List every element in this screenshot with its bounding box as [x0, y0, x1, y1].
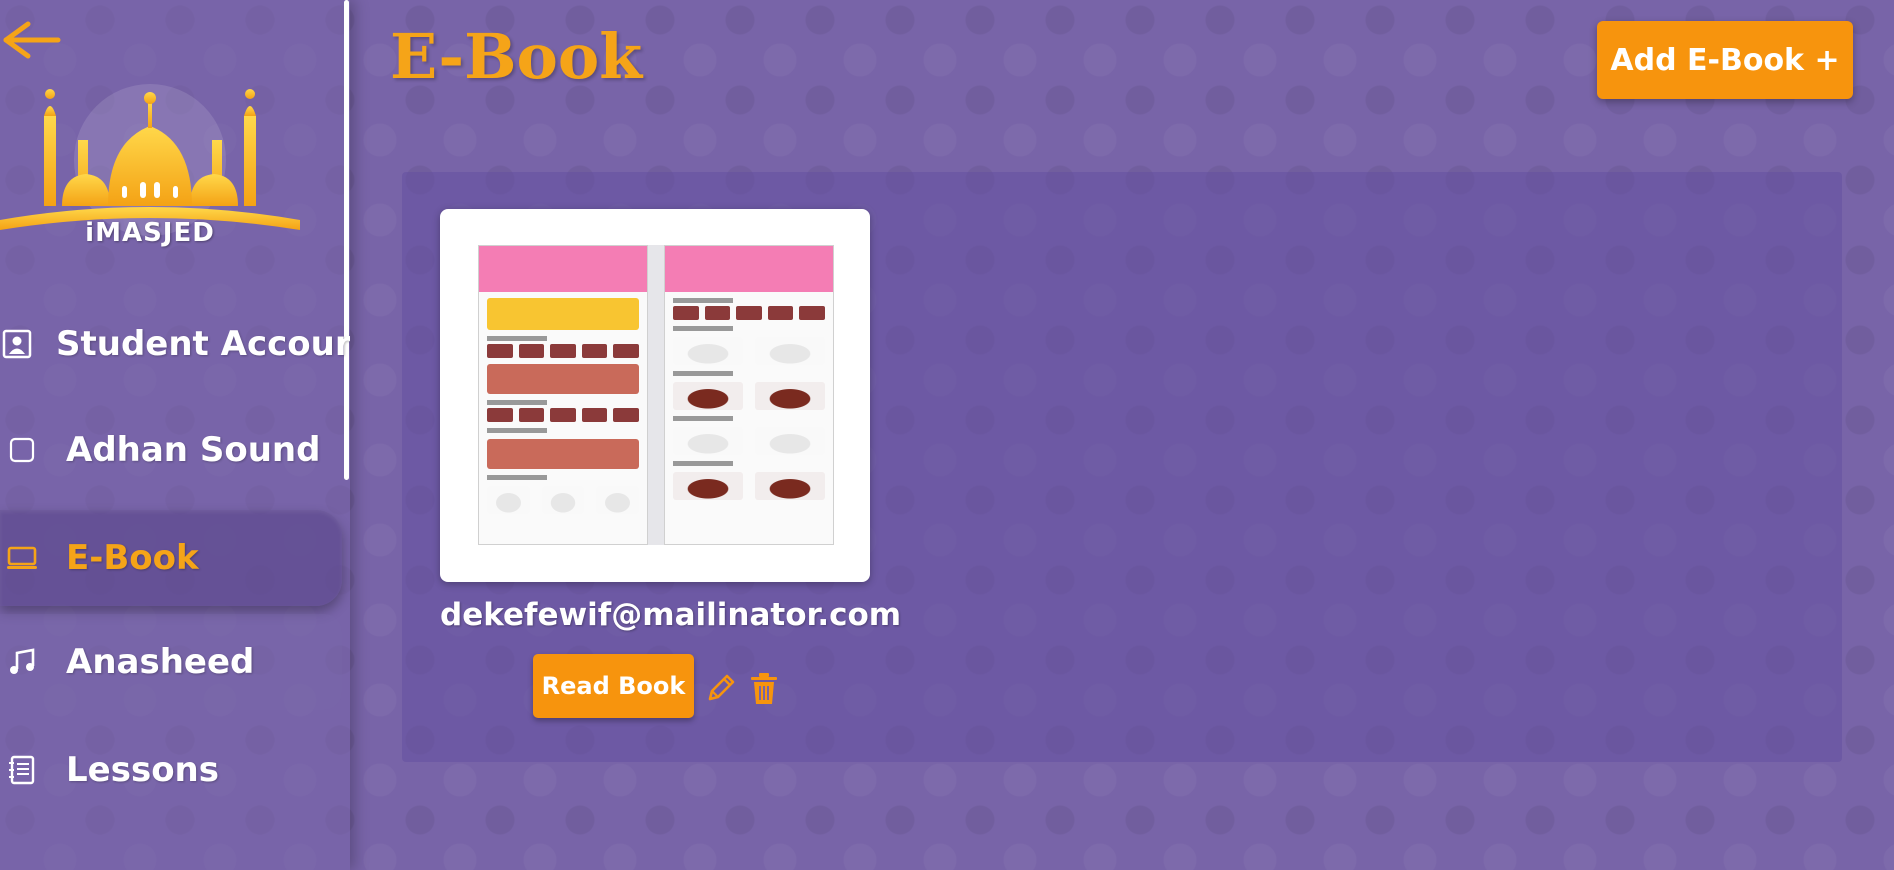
back-arrow-icon[interactable] — [0, 18, 62, 62]
music-note-icon — [2, 642, 42, 682]
sidebar-item-label: Anasheed — [66, 642, 255, 682]
read-book-button[interactable]: Read Book — [533, 654, 694, 718]
sidebar-item-student-account[interactable]: Student Account — [0, 296, 350, 392]
book-cover-image — [478, 245, 834, 545]
edit-pencil-icon[interactable] — [705, 672, 737, 704]
square-icon — [2, 430, 42, 470]
add-e-book-button[interactable]: Add E-Book + — [1597, 21, 1853, 99]
notebook-icon — [2, 750, 42, 790]
book-card[interactable] — [440, 209, 870, 582]
sidebar-item-anasheed[interactable]: Anasheed — [0, 614, 342, 710]
sidebar-item-adhan-sound[interactable]: Adhan Sound — [0, 402, 342, 498]
cover-phone-left — [478, 245, 648, 545]
sidebar-item-e-book[interactable]: E-Book — [0, 510, 342, 606]
sidebar-item-label: Adhan Sound — [66, 430, 321, 470]
sidebar: iMASJED Student Account Adhan Sound E-Bo… — [0, 0, 350, 870]
sidebar-scrollbar[interactable] — [344, 0, 349, 480]
sidebar-item-label: Lessons — [66, 750, 219, 790]
sidebar-item-lessons[interactable]: Lessons — [0, 722, 342, 818]
trash-icon[interactable] — [749, 672, 779, 706]
book-title: dekefewif@mailinator.com — [440, 597, 902, 633]
logo-text: iMASJED — [85, 218, 215, 248]
cover-phone-right — [664, 245, 834, 545]
contact-card-icon — [2, 324, 32, 364]
sidebar-item-label: E-Book — [66, 538, 199, 578]
laptop-icon — [2, 538, 42, 578]
page-title: E-Book — [390, 20, 643, 93]
sidebar-item-label: Student Account — [56, 324, 350, 364]
